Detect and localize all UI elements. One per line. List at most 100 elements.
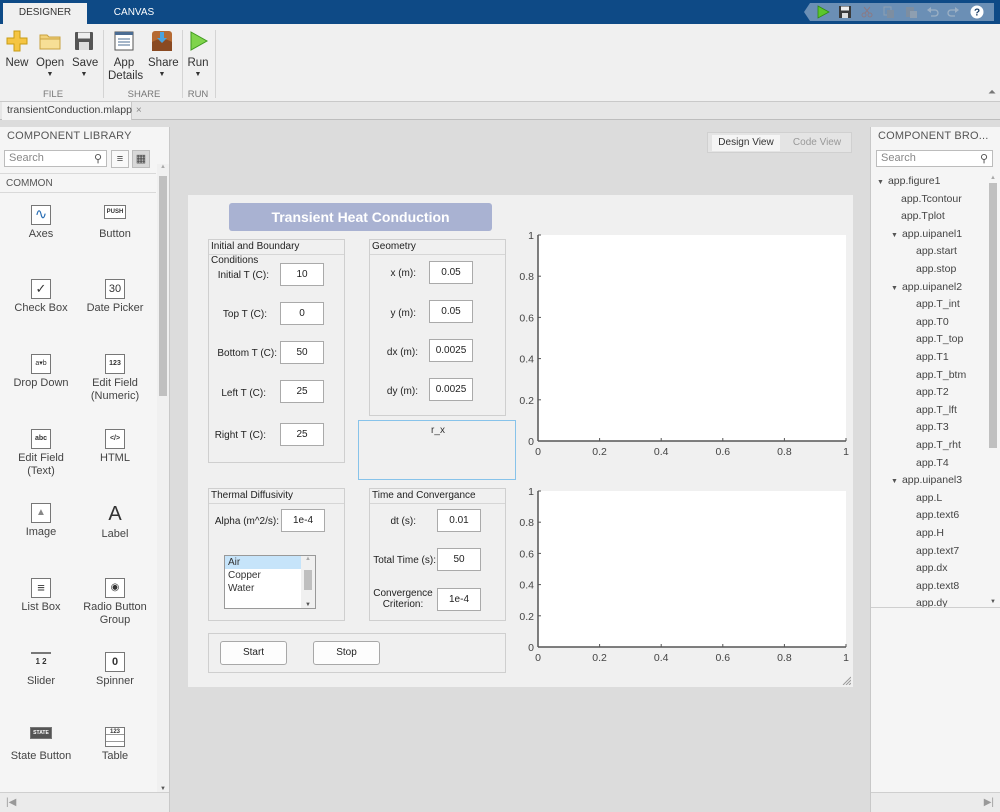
thermal-diffusivity-panel[interactable]: Thermal Diffusivity Alpha (m^2/s): 1e-4 … (208, 488, 345, 621)
library-item-list-box[interactable]: ≡ List Box (4, 578, 78, 614)
start-button[interactable]: Start (220, 641, 287, 665)
grid-view-icon[interactable]: ▦ (132, 150, 150, 168)
initial-t-field[interactable]: 10 (280, 263, 324, 286)
axes-svg[interactable]: 0 0.2 0.4 0.6 0.8 1 0 0.2 0.4 0.6 0.8 1 (518, 230, 849, 461)
cut-icon[interactable] (860, 5, 874, 19)
expand-triangle-icon[interactable]: ▼ (891, 478, 898, 485)
library-scrollbar[interactable]: ▲ ▼ (157, 164, 169, 792)
dy-field[interactable]: 0.0025 (429, 378, 473, 401)
browser-scrollbar-thumb[interactable] (989, 183, 997, 448)
material-list-box[interactable]: Air Copper Water ▲ ▼ (224, 555, 316, 609)
close-icon[interactable]: × (136, 105, 142, 116)
tree-node[interactable]: app.T1 (916, 349, 949, 367)
tab-canvas[interactable]: CANVAS (94, 3, 174, 24)
app-figure-canvas[interactable]: Transient Heat Conduction Initial and Bo… (188, 195, 853, 687)
resize-grip-icon[interactable] (841, 675, 851, 685)
design-view-button[interactable]: Design View (712, 135, 780, 151)
browser-divider[interactable] (871, 607, 1000, 608)
tree-node[interactable]: app.T_rht (916, 437, 961, 455)
library-item-button[interactable]: PUSH Button (78, 205, 152, 241)
dx-field[interactable]: 0.0025 (429, 339, 473, 362)
tree-node[interactable]: app.T_btm (916, 367, 966, 385)
library-item-check-box[interactable]: ✓ Check Box (4, 279, 78, 315)
tree-node[interactable]: app.T2 (916, 384, 949, 402)
new-button[interactable]: New (5, 30, 29, 70)
document-tab[interactable]: transientConduction.mlapp × (2, 102, 142, 120)
geometry-panel[interactable]: Geometry x (m): 0.05 y (m): 0.05 dx (m):… (369, 239, 506, 416)
code-view-button[interactable]: Code View (784, 135, 850, 151)
list-item-copper[interactable]: Copper (225, 569, 301, 582)
run-dropdown-arrow-icon[interactable]: ▼ (187, 70, 209, 79)
list-item-water[interactable]: Water (225, 582, 301, 595)
list-item-air[interactable]: Air (225, 556, 301, 569)
tree-node[interactable]: ▼ app.uipanel1 (891, 226, 962, 245)
copy-icon[interactable] (882, 5, 896, 19)
tree-node[interactable]: app.T_lft (916, 402, 957, 420)
tree-node[interactable]: ▼ app.figure1 (877, 173, 940, 192)
app-details-button[interactable]: App Details (108, 30, 143, 83)
tree-node[interactable]: app.T_int (916, 296, 960, 314)
boundary-conditions-panel[interactable]: Initial and Boundary Conditions Initial … (208, 239, 345, 463)
tree-node[interactable]: ▼ app.uipanel3 (891, 472, 962, 491)
tree-node[interactable]: app.text6 (916, 507, 959, 525)
rx-display[interactable]: r_x (358, 420, 516, 480)
browser-search-input[interactable]: Search ⚲ (876, 150, 993, 167)
left-t-field[interactable]: 25 (280, 380, 324, 403)
scroll-up-icon[interactable]: ▲ (157, 164, 169, 170)
expand-triangle-icon[interactable]: ▼ (877, 179, 884, 186)
bottom-t-field[interactable]: 50 (280, 341, 324, 364)
save-icon[interactable] (838, 5, 852, 19)
library-item-edit-field-text[interactable]: abc Edit Field (Text) (4, 429, 78, 478)
tree-node[interactable]: app.Tplot (901, 208, 945, 226)
tree-node[interactable]: ▼ app.uipanel2 (891, 279, 962, 298)
open-button[interactable]: Open ▼ (36, 30, 64, 79)
scroll-up-icon[interactable]: ▲ (301, 556, 315, 562)
library-search-input[interactable]: Search ⚲ (4, 150, 107, 167)
tree-node[interactable]: app.T0 (916, 314, 949, 332)
control-buttons-panel[interactable]: Start Stop (208, 633, 506, 673)
alpha-field[interactable]: 1e-4 (281, 509, 325, 532)
help-icon[interactable]: ? (970, 5, 984, 19)
list-view-icon[interactable]: ≡ (111, 150, 129, 168)
share-dropdown-arrow-icon[interactable]: ▼ (148, 70, 176, 79)
library-item-state-button[interactable]: STATE State Button (4, 727, 78, 763)
undo-icon[interactable] (926, 5, 940, 19)
browser-scrollbar[interactable]: ▲ ▼ (987, 175, 999, 605)
tree-node[interactable]: app.T4 (916, 455, 949, 473)
time-convergence-panel[interactable]: Time and Convergance dt (s): 0.01 Total … (369, 488, 506, 621)
library-item-date-picker[interactable]: 30 Date Picker (78, 279, 152, 315)
tcontour-axes[interactable]: 0 0.2 0.4 0.6 0.8 1 0 0.2 0.4 0.6 0.8 1 (518, 230, 849, 461)
tab-designer[interactable]: DESIGNER (3, 3, 87, 24)
library-item-axes[interactable]: ∿ Axes (4, 205, 78, 241)
library-item-html[interactable]: </> HTML (78, 429, 152, 465)
tree-node[interactable]: app.T3 (916, 419, 949, 437)
tree-node[interactable]: app.start (916, 243, 957, 261)
y-field[interactable]: 0.05 (429, 300, 473, 323)
library-item-radio-button-group[interactable]: ◉ Radio Button Group (78, 578, 152, 627)
redo-icon[interactable] (946, 5, 960, 19)
tree-node[interactable]: app.text7 (916, 543, 959, 561)
dt-field[interactable]: 0.01 (437, 509, 481, 532)
tplot-axes[interactable]: 0 0.2 0.4 0.6 0.8 1 0 0.2 0.4 0.6 0.8 1 (518, 486, 849, 667)
collapse-library-icon[interactable]: |◀ (0, 792, 169, 812)
right-t-field[interactable]: 25 (280, 423, 324, 446)
share-button[interactable]: Share ▼ (148, 30, 179, 79)
library-item-edit-field-numeric[interactable]: 123 Edit Field (Numeric) (78, 354, 152, 403)
library-scrollbar-thumb[interactable] (159, 176, 167, 396)
tree-node[interactable]: app.dy (916, 595, 948, 613)
list-box-scrollbar[interactable]: ▲ ▼ (301, 556, 315, 608)
tree-node[interactable]: app.Tcontour (901, 191, 962, 209)
open-dropdown-arrow-icon[interactable]: ▼ (36, 70, 64, 79)
tree-node[interactable]: app.T_top (916, 331, 963, 349)
library-item-table[interactable]: 123 Table (78, 727, 152, 763)
save-dropdown-arrow-icon[interactable]: ▼ (72, 70, 96, 79)
top-t-field[interactable]: 0 (280, 302, 324, 325)
tree-node[interactable]: app.H (916, 525, 944, 543)
scroll-up-icon[interactable]: ▲ (987, 175, 999, 181)
tree-node[interactable]: app.dx (916, 560, 948, 578)
stop-button[interactable]: Stop (313, 641, 380, 665)
total-time-field[interactable]: 50 (437, 548, 481, 571)
tree-node[interactable]: app.L (916, 490, 942, 508)
library-item-slider[interactable]: 1 2 Slider (4, 652, 78, 688)
collapse-browser-icon[interactable]: ▶| (871, 792, 1000, 812)
